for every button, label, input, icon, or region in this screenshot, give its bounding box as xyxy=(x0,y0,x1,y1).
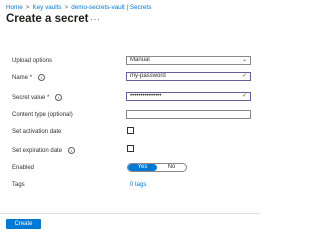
more-options-icon[interactable]: ··· xyxy=(90,14,101,24)
upload-options-select[interactable]: Manual ⌄ xyxy=(126,56,251,65)
info-icon[interactable]: i xyxy=(67,147,75,154)
upload-options-label-text: Upload options xyxy=(12,58,53,64)
breadcrumb: Home > Key vaults > demo-secrets-vault | Sec… xyxy=(6,4,151,11)
breadcrumb-separator: > xyxy=(64,4,69,11)
content-type-field[interactable] xyxy=(126,110,251,119)
enabled-label: Enabled xyxy=(12,165,34,171)
info-icon[interactable]: i xyxy=(55,94,63,101)
chevron-down-icon: ⌄ xyxy=(241,57,247,63)
content-type-label: Content type (optional) xyxy=(12,112,73,118)
secret-value-label: Secret value * i xyxy=(12,94,63,102)
checkmark-icon: ✓ xyxy=(241,73,247,79)
breadcrumb-current[interactable]: demo-secrets-vault | Secrets xyxy=(71,4,151,11)
enabled-toggle[interactable]: Yes No xyxy=(127,163,187,172)
secret-value-value: ••••••••••••••• xyxy=(130,93,162,99)
content-type-label-text: Content type (optional) xyxy=(12,112,73,118)
enabled-no-option[interactable]: No xyxy=(157,164,186,171)
expiration-date-label: Set expiration date i xyxy=(12,147,75,154)
page-title: Create a secret xyxy=(6,13,89,25)
checkmark-icon: ✓ xyxy=(241,93,247,99)
tags-label-text: Tags xyxy=(12,182,25,188)
secret-value-field[interactable]: ••••••••••••••• ✓ xyxy=(126,92,251,101)
tags-link[interactable]: 0 tags xyxy=(130,182,146,188)
enabled-label-text: Enabled xyxy=(12,165,35,171)
name-value: my-password xyxy=(130,73,166,79)
required-marker: * xyxy=(29,75,33,82)
expiration-date-checkbox[interactable] xyxy=(127,145,134,152)
breadcrumb-separator: > xyxy=(25,4,30,11)
create-button[interactable]: Create xyxy=(6,219,41,229)
expiration-date-label-text: Set expiration date xyxy=(12,148,63,155)
info-icon[interactable]: i xyxy=(37,74,45,81)
required-marker: * xyxy=(47,95,50,102)
activation-date-label-text: Set activation date xyxy=(12,129,62,135)
footer-divider xyxy=(0,213,260,214)
secret-value-label-text: Secret value xyxy=(12,95,46,102)
breadcrumb-key-vaults[interactable]: Key vaults xyxy=(32,4,61,11)
tags-label: Tags xyxy=(12,182,25,188)
upload-options-value: Manual xyxy=(130,57,150,63)
activation-date-checkbox[interactable] xyxy=(127,127,134,134)
name-field[interactable]: my-password ✓ xyxy=(126,72,251,81)
breadcrumb-home[interactable]: Home xyxy=(6,4,23,11)
name-label-text: Name xyxy=(12,75,29,82)
enabled-yes-option[interactable]: Yes xyxy=(128,164,157,171)
activation-date-label: Set activation date xyxy=(12,129,61,135)
upload-options-label: Upload options xyxy=(12,58,52,64)
name-label: Name * i xyxy=(12,74,45,81)
